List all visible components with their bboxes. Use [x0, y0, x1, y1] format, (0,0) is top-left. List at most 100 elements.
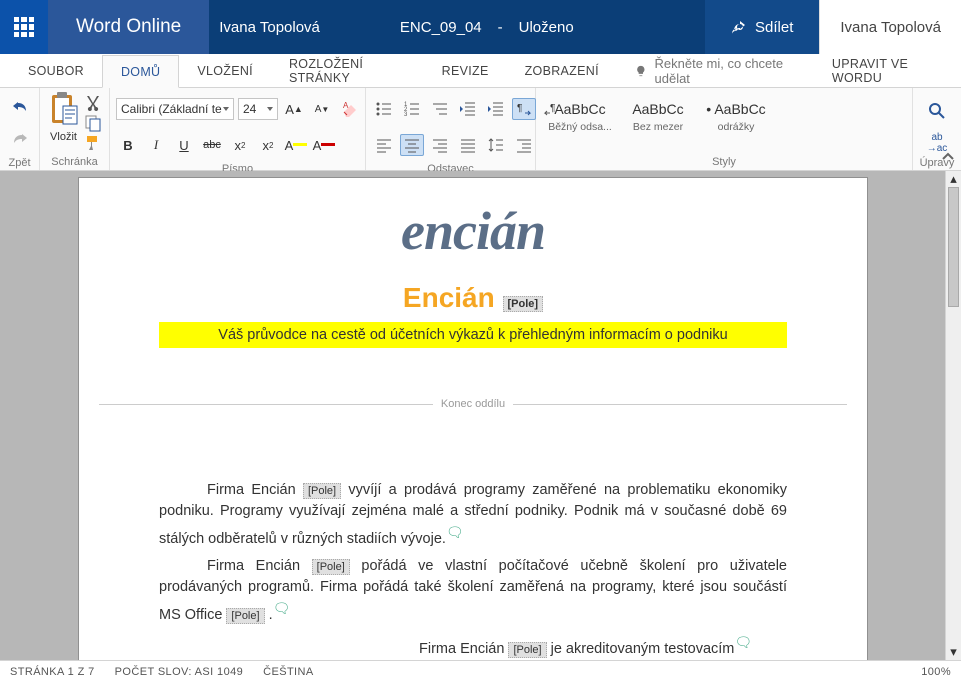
undo-icon [12, 100, 28, 114]
collapse-ribbon-icon[interactable] [941, 150, 955, 164]
tab-insert[interactable]: VLOŽENÍ [179, 54, 271, 87]
font-size-select[interactable]: 24 [238, 98, 278, 120]
comment-icon[interactable]: 🗨 [446, 524, 464, 540]
find-icon[interactable] [928, 102, 946, 120]
paragraph: Firma Encián [Pole] je akreditovaným tes… [159, 632, 787, 660]
tab-review[interactable]: REVIZE [424, 54, 507, 87]
multilevel-button[interactable] [428, 98, 452, 120]
tab-home[interactable]: DOMŮ [102, 55, 179, 88]
svg-text:3: 3 [404, 112, 408, 118]
italic-button[interactable]: I [144, 134, 168, 156]
align-left-icon [375, 136, 393, 154]
tab-layout[interactable]: ROZLOŽENÍ STRÁNKY [271, 54, 424, 87]
section-break: Konec oddílu [99, 398, 847, 410]
bold-button[interactable]: B [116, 134, 140, 156]
highlight-button[interactable]: A [284, 134, 308, 156]
numbering-icon: 123 [403, 100, 421, 118]
waffle-icon [14, 17, 34, 37]
comment-icon[interactable]: 🗨 [734, 634, 752, 650]
clipboard-group-label: Schránka [46, 153, 103, 170]
doc-tagline: Váš průvodce na cestě od účetních výkazů… [159, 322, 787, 348]
svg-text:¶: ¶ [517, 103, 522, 114]
shrink-font-button[interactable]: A▼ [310, 98, 334, 120]
app-name: Word Online [48, 0, 209, 54]
field-code: [Pole] [303, 483, 341, 499]
copy-icon[interactable] [83, 114, 103, 132]
styles-group-label: Styly [542, 153, 906, 170]
share-icon [731, 19, 747, 35]
align-left-button[interactable] [372, 134, 396, 156]
underline-button[interactable]: U [172, 134, 196, 156]
numbering-button[interactable]: 123 [400, 98, 424, 120]
align-center-icon [403, 136, 421, 154]
doc-filename[interactable]: ENC_09_04 [400, 19, 482, 36]
indent-icon [487, 100, 505, 118]
special-indent-icon [515, 136, 533, 154]
style-name: odrážky [701, 121, 771, 133]
app-launcher[interactable] [0, 0, 48, 54]
edit-in-word[interactable]: UPRAVIT VE WORDU [812, 54, 961, 87]
style-sample: • AaBbCc [701, 101, 771, 117]
font-color-button[interactable]: A [312, 134, 336, 156]
format-painter-icon[interactable] [83, 134, 103, 152]
superscript-button[interactable]: x2 [256, 134, 280, 156]
bulb-icon [635, 64, 647, 78]
ltr-button[interactable]: ¶ [512, 98, 536, 120]
paragraph: Firma Encián [Pole] pořádá ve vlastní po… [159, 556, 787, 626]
field-code: [Pole] [503, 296, 544, 312]
status-zoom[interactable]: 100% [921, 666, 951, 678]
user-menu[interactable]: Ivana Topolová [819, 0, 961, 54]
share-button[interactable]: Sdílet [705, 0, 819, 54]
style-sample: AaBbCc [545, 101, 615, 117]
document-area[interactable]: encián Encián [Pole] Váš průvodce na ces… [0, 171, 945, 660]
paste-label: Vložit [46, 131, 81, 143]
scrollbar-thumb[interactable] [948, 187, 959, 307]
line-spacing-button[interactable] [484, 134, 508, 156]
redo-icon [12, 132, 28, 146]
comment-icon[interactable]: 🗨 [273, 600, 291, 616]
align-center-button[interactable] [400, 134, 424, 156]
font-name-value: Calibri (Základní te [121, 102, 222, 116]
doc-owner: Ivana Topolová [219, 19, 320, 36]
scroll-up-icon[interactable]: ▴ [946, 171, 961, 187]
field-code: [Pole] [508, 642, 546, 658]
line-spacing-icon [487, 136, 505, 154]
grow-font-button[interactable]: A▲ [282, 98, 306, 120]
tab-view[interactable]: ZOBRAZENÍ [507, 54, 617, 87]
subscript-button[interactable]: x2 [228, 134, 252, 156]
chevron-down-icon [267, 107, 273, 111]
outdent-icon [459, 100, 477, 118]
style-nospacing[interactable]: AaBbCc Bez mezer [620, 96, 696, 138]
style-normal[interactable]: AaBbCc Běžný odsa... [542, 96, 618, 138]
outdent-button[interactable] [456, 98, 480, 120]
doc-title: Encián [Pole] [159, 282, 787, 314]
page[interactable]: encián Encián [Pole] Váš průvodce na ces… [78, 177, 868, 660]
chevron-down-icon [223, 107, 229, 111]
undo-button[interactable] [6, 94, 34, 120]
tell-me-text: Řekněte mi, co chcete udělat [655, 56, 794, 86]
tab-file[interactable]: SOUBOR [10, 54, 102, 87]
paste-icon [49, 92, 79, 126]
field-code: [Pole] [226, 608, 264, 624]
status-language[interactable]: ČEŠTINA [263, 666, 313, 678]
indent-button[interactable] [484, 98, 508, 120]
style-name: Bez mezer [623, 121, 693, 133]
redo-button[interactable] [6, 126, 34, 152]
clear-format-button[interactable]: A [338, 98, 362, 120]
paste-button[interactable]: Vložit [46, 92, 81, 143]
style-bullets[interactable]: • AaBbCc odrážky [698, 96, 774, 138]
bullets-button[interactable] [372, 98, 396, 120]
bullets-icon [375, 100, 393, 118]
cut-icon[interactable] [83, 94, 103, 112]
font-name-select[interactable]: Calibri (Základní te [116, 98, 234, 120]
special-indent-button[interactable] [512, 134, 536, 156]
vertical-scrollbar[interactable]: ▴ ▾ [945, 171, 961, 660]
status-words[interactable]: POČET SLOV: ASI 1049 [115, 666, 243, 678]
save-status: Uloženo [519, 19, 574, 36]
status-page[interactable]: STRÁNKA 1 Z 7 [10, 666, 95, 678]
strike-button[interactable]: abc [200, 134, 224, 156]
scroll-down-icon[interactable]: ▾ [946, 644, 961, 660]
tell-me[interactable]: Řekněte mi, co chcete udělat [617, 54, 812, 87]
align-right-button[interactable] [428, 134, 452, 156]
justify-button[interactable] [456, 134, 480, 156]
